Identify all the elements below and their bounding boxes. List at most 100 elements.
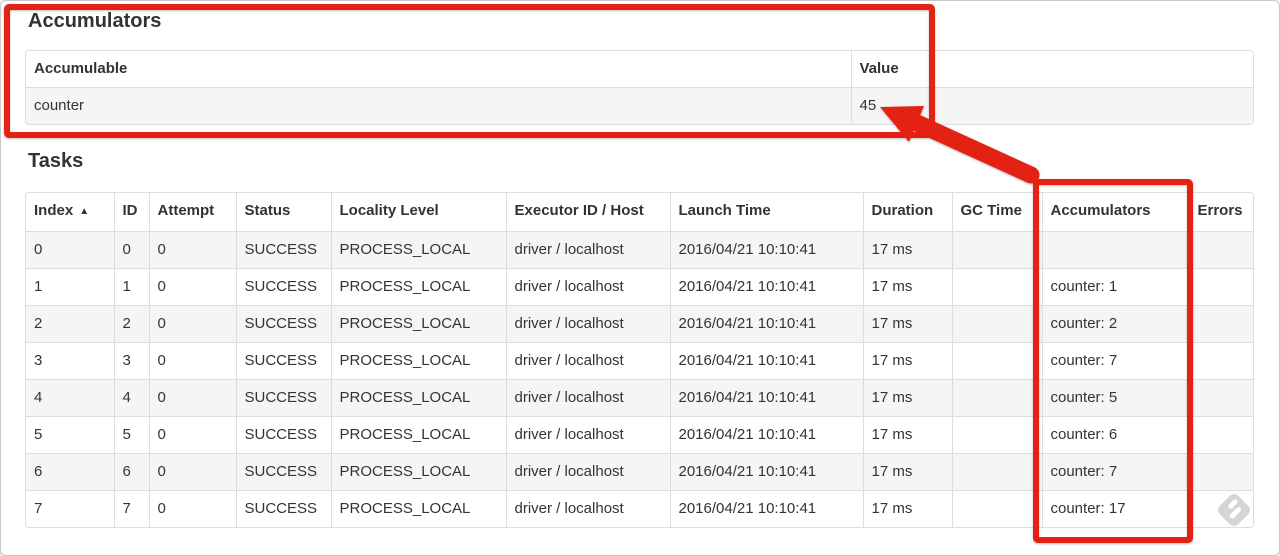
task-cell-gc-time	[951, 379, 1042, 417]
task-cell-index: 7	[26, 490, 114, 527]
errors-column-header[interactable]: Errors	[1188, 193, 1253, 232]
annotation-arrow-shaft	[908, 114, 1040, 184]
task-cell-index: 0	[26, 231, 114, 269]
task-cell-accumulators: counter: 17	[1041, 490, 1189, 527]
task-cell-errors	[1188, 453, 1253, 491]
task-cell-executor-id-host: driver / localhost	[505, 268, 670, 306]
task-cell-status: SUCCESS	[235, 342, 331, 380]
task-cell-executor-id-host: driver / localhost	[505, 416, 670, 454]
tasks-header-row: Index ▲ ID Attempt Status Locality Level …	[26, 193, 1253, 232]
task-cell-executor-id-host: driver / localhost	[505, 379, 670, 417]
task-row: 4 4 0 SUCCESS PROCESS_LOCAL driver / localhos…	[26, 379, 1253, 417]
task-cell-attempt: 0	[148, 379, 236, 417]
task-cell-attempt: 0	[148, 490, 236, 527]
task-cell-gc-time	[951, 231, 1042, 269]
task-cell-locality-level: PROCESS_LOCAL	[330, 268, 506, 306]
accumulators-heading: Accumulators	[28, 10, 162, 32]
task-row: 0 0 0 SUCCESS PROCESS_LOCAL driver / localhos…	[26, 231, 1253, 269]
task-cell-attempt: 0	[148, 231, 236, 269]
task-cell-executor-id-host: driver / localhost	[505, 231, 670, 269]
task-cell-errors	[1188, 490, 1253, 527]
task-cell-duration: 17 ms	[862, 453, 952, 491]
task-cell-index: 5	[26, 416, 114, 454]
task-cell-accumulators: counter: 1	[1041, 268, 1189, 306]
accumulable-name-cell: counter	[26, 87, 851, 124]
launch-time-column-header[interactable]: Launch Time	[669, 193, 863, 232]
task-cell-duration: 17 ms	[862, 379, 952, 417]
task-cell-attempt: 0	[148, 342, 236, 380]
task-cell-gc-time	[951, 453, 1042, 491]
task-cell-gc-time	[951, 305, 1042, 343]
gc-time-column-header[interactable]: GC Time	[951, 193, 1042, 232]
task-cell-id: 3	[113, 342, 149, 380]
task-cell-errors	[1188, 416, 1253, 454]
task-cell-duration: 17 ms	[862, 416, 952, 454]
index-column-header[interactable]: Index ▲	[26, 193, 114, 232]
task-cell-executor-id-host: driver / localhost	[505, 453, 670, 491]
executor-id-host-column-header[interactable]: Executor ID / Host	[505, 193, 670, 232]
task-cell-launch-time: 2016/04/21 10:10:41	[669, 305, 863, 343]
task-cell-attempt: 0	[148, 305, 236, 343]
task-cell-executor-id-host: driver / localhost	[505, 342, 670, 380]
task-cell-accumulators: counter: 2	[1041, 305, 1189, 343]
accumulators-header-row: Accumulable Value	[26, 51, 1253, 88]
task-cell-index: 4	[26, 379, 114, 417]
task-cell-launch-time: 2016/04/21 10:10:41	[669, 379, 863, 417]
accumulator-row: counter 45	[26, 87, 1253, 124]
task-cell-duration: 17 ms	[862, 342, 952, 380]
task-cell-launch-time: 2016/04/21 10:10:41	[669, 490, 863, 527]
task-cell-id: 4	[113, 379, 149, 417]
accumulable-value-cell: 45	[850, 87, 1253, 124]
task-cell-locality-level: PROCESS_LOCAL	[330, 305, 506, 343]
task-cell-attempt: 0	[148, 268, 236, 306]
task-cell-status: SUCCESS	[235, 305, 331, 343]
task-cell-locality-level: PROCESS_LOCAL	[330, 379, 506, 417]
task-cell-id: 6	[113, 453, 149, 491]
task-cell-index: 6	[26, 453, 114, 491]
task-cell-gc-time	[951, 416, 1042, 454]
task-cell-status: SUCCESS	[235, 416, 331, 454]
task-cell-locality-level: PROCESS_LOCAL	[330, 490, 506, 527]
task-cell-status: SUCCESS	[235, 231, 331, 269]
task-cell-status: SUCCESS	[235, 379, 331, 417]
task-cell-index: 1	[26, 268, 114, 306]
task-cell-launch-time: 2016/04/21 10:10:41	[669, 231, 863, 269]
accumulators-column-header[interactable]: Accumulators	[1041, 193, 1189, 232]
task-cell-launch-time: 2016/04/21 10:10:41	[669, 268, 863, 306]
task-cell-id: 5	[113, 416, 149, 454]
task-row: 3 3 0 SUCCESS PROCESS_LOCAL driver / localhos…	[26, 342, 1253, 380]
task-cell-launch-time: 2016/04/21 10:10:41	[669, 453, 863, 491]
task-cell-accumulators: counter: 7	[1041, 453, 1189, 491]
tasks-table-body: 0 0 0 SUCCESS PROCESS_LOCAL driver / localhos…	[26, 231, 1253, 527]
task-cell-launch-time: 2016/04/21 10:10:41	[669, 416, 863, 454]
task-row: 6 6 0 SUCCESS PROCESS_LOCAL driver / localhos…	[26, 453, 1253, 491]
duration-column-header[interactable]: Duration	[862, 193, 952, 232]
task-cell-attempt: 0	[148, 416, 236, 454]
task-cell-id: 0	[113, 231, 149, 269]
task-cell-index: 3	[26, 342, 114, 380]
task-cell-duration: 17 ms	[862, 231, 952, 269]
task-cell-duration: 17 ms	[862, 268, 952, 306]
task-cell-executor-id-host: driver / localhost	[505, 490, 670, 527]
accumulators-table: Accumulable Value counter 45	[25, 50, 1254, 125]
task-cell-accumulators	[1041, 231, 1189, 269]
task-cell-attempt: 0	[148, 453, 236, 491]
task-cell-locality-level: PROCESS_LOCAL	[330, 342, 506, 380]
task-cell-duration: 17 ms	[862, 305, 952, 343]
locality-level-column-header[interactable]: Locality Level	[330, 193, 506, 232]
task-cell-id: 1	[113, 268, 149, 306]
attempt-column-header[interactable]: Attempt	[148, 193, 236, 232]
task-cell-accumulators: counter: 5	[1041, 379, 1189, 417]
status-column-header[interactable]: Status	[235, 193, 331, 232]
task-cell-errors	[1188, 305, 1253, 343]
task-row: 7 7 0 SUCCESS PROCESS_LOCAL driver / localhos…	[26, 490, 1253, 527]
task-cell-errors	[1188, 379, 1253, 417]
task-cell-launch-time: 2016/04/21 10:10:41	[669, 342, 863, 380]
id-column-header[interactable]: ID	[113, 193, 149, 232]
task-cell-locality-level: PROCESS_LOCAL	[330, 416, 506, 454]
task-cell-status: SUCCESS	[235, 490, 331, 527]
task-cell-accumulators: counter: 7	[1041, 342, 1189, 380]
task-row: 5 5 0 SUCCESS PROCESS_LOCAL driver / localhos…	[26, 416, 1253, 454]
task-cell-gc-time	[951, 342, 1042, 380]
task-row: 1 1 0 SUCCESS PROCESS_LOCAL driver / localhos…	[26, 268, 1253, 306]
